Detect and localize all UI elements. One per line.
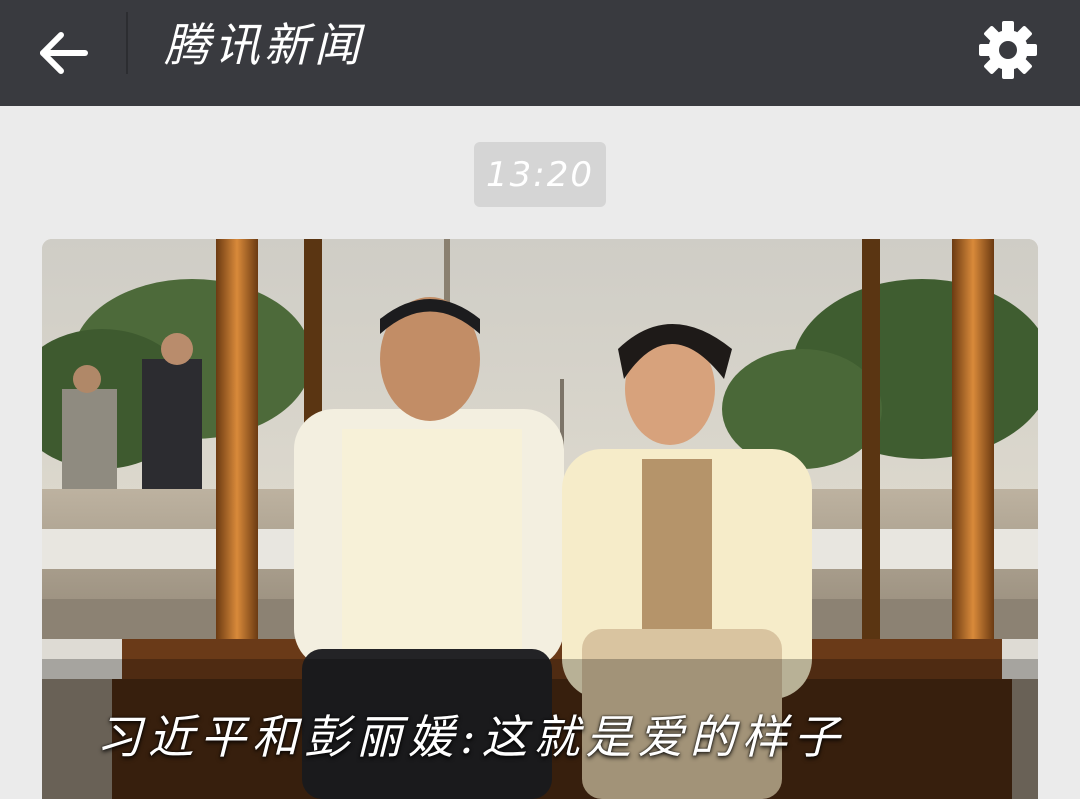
news-card[interactable]: 习近平和彭丽媛:这就是爱的样子 [42,239,1038,799]
timestamp-badge: 13:20 [474,142,606,207]
page-title: 腾讯新闻 [164,18,364,72]
settings-button[interactable] [966,8,1050,92]
top-bar: 腾讯新闻 [0,0,1080,106]
arrow-left-icon [40,32,88,74]
news-caption: 习近平和彭丽媛:这就是爱的样子 [96,710,846,764]
back-button[interactable] [22,13,106,93]
gear-icon [979,21,1037,79]
header-divider [126,12,128,74]
